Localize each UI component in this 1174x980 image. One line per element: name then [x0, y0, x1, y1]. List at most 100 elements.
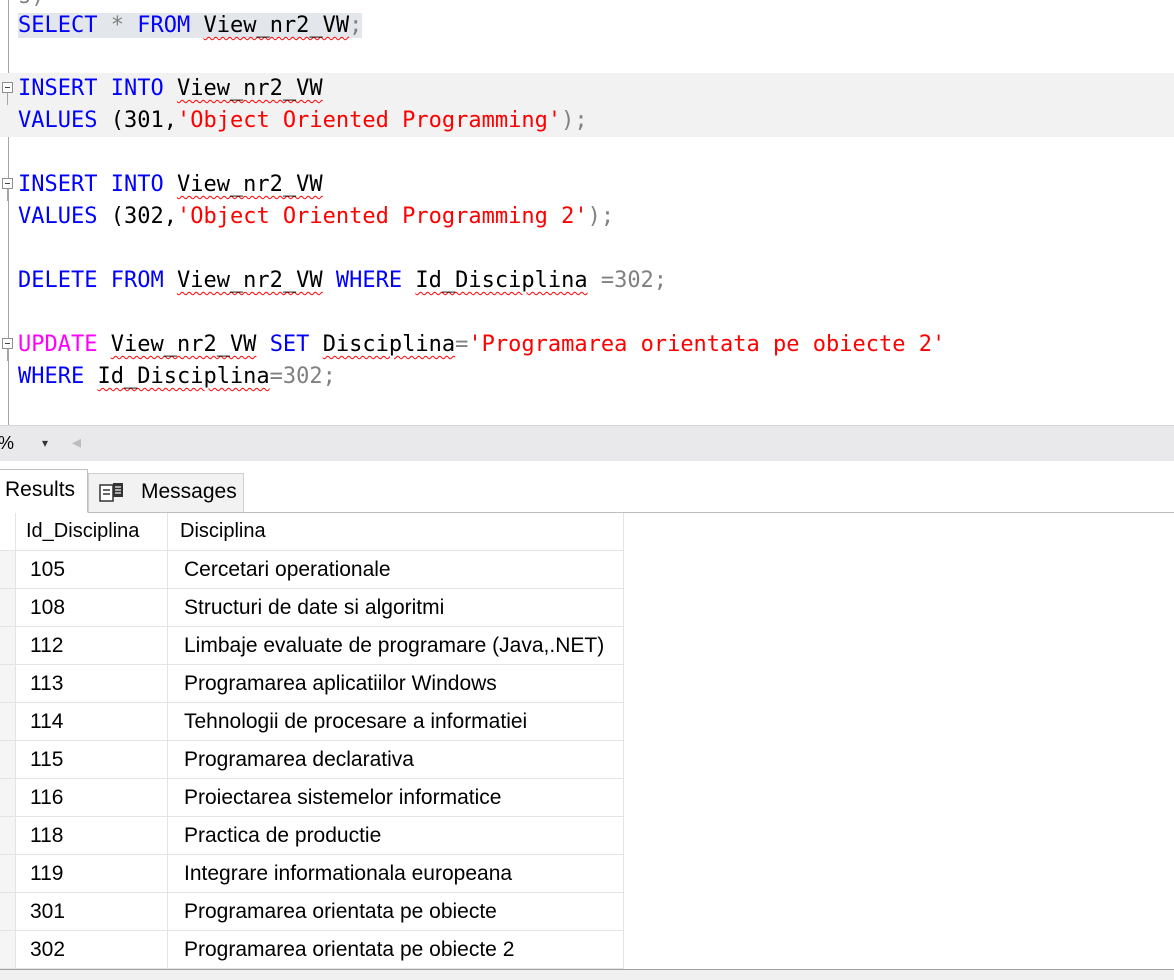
cell-disciplina[interactable]: Tehnologii de procesare a informatiei [168, 703, 624, 741]
terminator: =302; [587, 268, 668, 293]
fold-guide [7, 93, 8, 105]
object-name: View_nr2_VW [176, 268, 323, 293]
collapse-toggle-icon[interactable] [2, 178, 13, 189]
terminator: =302; [269, 364, 336, 389]
column-name: Id_Disciplina [97, 364, 270, 389]
keyword: WHERE [18, 364, 85, 389]
object-name: View_nr2_VW [203, 13, 350, 38]
values-open: (301, [97, 108, 177, 133]
cell-id[interactable]: 116 [16, 779, 168, 817]
code-line-insert-2[interactable]: INSERT INTO View_nr2_VW [0, 169, 1174, 201]
row-selector[interactable] [0, 665, 16, 703]
editor-status-strip: % ▾ ◂ [0, 425, 1174, 461]
keyword: FROM [137, 13, 191, 38]
table-row[interactable]: 114 Tehnologii de procesare a informatie… [0, 703, 626, 741]
results-grid[interactable]: Id_Disciplina Disciplina 105 Cercetari o… [0, 513, 1174, 980]
cell-id[interactable]: 112 [16, 627, 168, 665]
code-line-update[interactable]: UPDATE View_nr2_VW SET Disciplina='Progr… [0, 329, 1174, 361]
cell-disciplina[interactable]: Practica de productie [168, 817, 624, 855]
cell-disciplina[interactable]: Programarea orientata pe obiecte [168, 893, 624, 931]
keyword: INSERT INTO [18, 172, 164, 197]
zoom-level[interactable]: % [0, 433, 14, 454]
string-literal: 'Programarea orientata pe obiecte 2' [468, 332, 946, 357]
cell-disciplina[interactable]: Integrare informationala europeana [168, 855, 624, 893]
fold-guide [7, 189, 8, 201]
column-header[interactable]: Id_Disciplina [16, 513, 168, 551]
cell-disciplina[interactable]: Cercetari operationale [168, 551, 624, 589]
cell-id[interactable]: 113 [16, 665, 168, 703]
keyword: VALUES [18, 204, 98, 229]
code-line-where[interactable]: WHERE Id_Disciplina=302; [0, 361, 1174, 393]
keyword: WHERE [335, 268, 403, 293]
cell-id[interactable]: 119 [16, 855, 168, 893]
table-row[interactable]: 119 Integrare informationala europeana [0, 855, 626, 893]
cell-id[interactable]: 301 [16, 893, 168, 931]
tab-results-label: Results [5, 478, 76, 501]
cell-id[interactable]: 114 [16, 703, 168, 741]
table-row[interactable]: 108 Structuri de date si algoritmi [0, 589, 626, 627]
row-selector[interactable] [0, 703, 16, 741]
cell-disciplina[interactable]: Programarea orientata pe obiecte 2 [168, 931, 624, 969]
horizontal-scrollbar[interactable] [92, 439, 1174, 449]
cell-disciplina[interactable]: Programarea aplicatiilor Windows [168, 665, 624, 703]
table-row[interactable]: 116 Proiectarea sistemelor informatice [0, 779, 626, 817]
operator: = [455, 332, 469, 357]
row-selector[interactable] [0, 855, 16, 893]
messages-icon [99, 483, 123, 502]
grid-bottom-border [0, 969, 1174, 980]
sql-editor[interactable]: s) SELECT * FROM View_nr2_VW; INSERT INT… [0, 0, 1174, 425]
table-row[interactable]: 115 Programarea declarativa [0, 741, 626, 779]
terminator: ); [587, 204, 615, 229]
cell-id[interactable]: 105 [16, 551, 168, 589]
collapse-toggle-icon[interactable] [2, 338, 13, 349]
fold-guide [7, 349, 8, 361]
grid-header-row: Id_Disciplina Disciplina [0, 513, 626, 551]
table-row[interactable]: 302 Programarea orientata pe obiecte 2 [0, 931, 626, 969]
code-line-values-1[interactable]: VALUES (301,'Object Oriented Programming… [0, 105, 1174, 137]
cell-id[interactable]: 302 [16, 931, 168, 969]
table-row[interactable]: 105 Cercetari operationale [0, 551, 626, 589]
table-row[interactable]: 113 Programarea aplicatiilor Windows [0, 665, 626, 703]
string-literal: 'Object Oriented Programming' [176, 108, 562, 133]
column-header[interactable]: Disciplina [168, 513, 624, 551]
cell-id[interactable]: 118 [16, 817, 168, 855]
table-row[interactable]: 301 Programarea orientata pe obiecte [0, 893, 626, 931]
zoom-dropdown-icon[interactable]: ▾ [42, 436, 48, 450]
keyword: SET [269, 332, 310, 357]
tab-results[interactable]: Results [0, 469, 88, 513]
keyword: UPDATE [18, 332, 98, 357]
object-name: View_nr2_VW [176, 76, 323, 101]
row-selector[interactable] [0, 627, 16, 665]
keyword: SELECT [18, 13, 98, 38]
row-selector[interactable] [0, 551, 16, 589]
table-row[interactable]: 112 Limbaje evaluate de programare (Java… [0, 627, 626, 665]
row-selector[interactable] [0, 741, 16, 779]
partial-code-line: s) [18, 0, 45, 9]
column-name: Disciplina [322, 332, 456, 357]
string-literal: 'Object Oriented Programming 2' [176, 204, 588, 229]
collapse-toggle-icon[interactable] [2, 82, 13, 93]
cell-id[interactable]: 108 [16, 589, 168, 627]
column-name: Id_Disciplina [415, 268, 588, 293]
row-selector[interactable] [0, 817, 16, 855]
code-line-insert-1[interactable]: INSERT INTO View_nr2_VW [0, 73, 1174, 105]
cell-disciplina[interactable]: Proiectarea sistemelor informatice [168, 779, 624, 817]
row-selector-corner[interactable] [0, 513, 16, 551]
row-selector[interactable] [0, 893, 16, 931]
code-line-select[interactable]: SELECT * FROM View_nr2_VW; [0, 10, 1174, 42]
scroll-left-icon[interactable]: ◂ [72, 432, 81, 453]
cell-id[interactable]: 115 [16, 741, 168, 779]
keyword: DELETE FROM [18, 268, 164, 293]
table-row[interactable]: 118 Practica de productie [0, 817, 626, 855]
cell-disciplina[interactable]: Structuri de date si algoritmi [168, 589, 624, 627]
results-tabbar: Results Messages [0, 461, 1174, 513]
cell-disciplina[interactable]: Limbaje evaluate de programare (Java,.NE… [168, 627, 624, 665]
code-line-delete[interactable]: DELETE FROM View_nr2_VW WHERE Id_Discipl… [0, 265, 1174, 297]
row-selector[interactable] [0, 589, 16, 627]
operator: * [97, 13, 138, 38]
cell-disciplina[interactable]: Programarea declarativa [168, 741, 624, 779]
row-selector[interactable] [0, 931, 16, 969]
tab-messages[interactable]: Messages [88, 473, 244, 512]
code-line-values-2[interactable]: VALUES (302,'Object Oriented Programming… [0, 201, 1174, 233]
row-selector[interactable] [0, 779, 16, 817]
